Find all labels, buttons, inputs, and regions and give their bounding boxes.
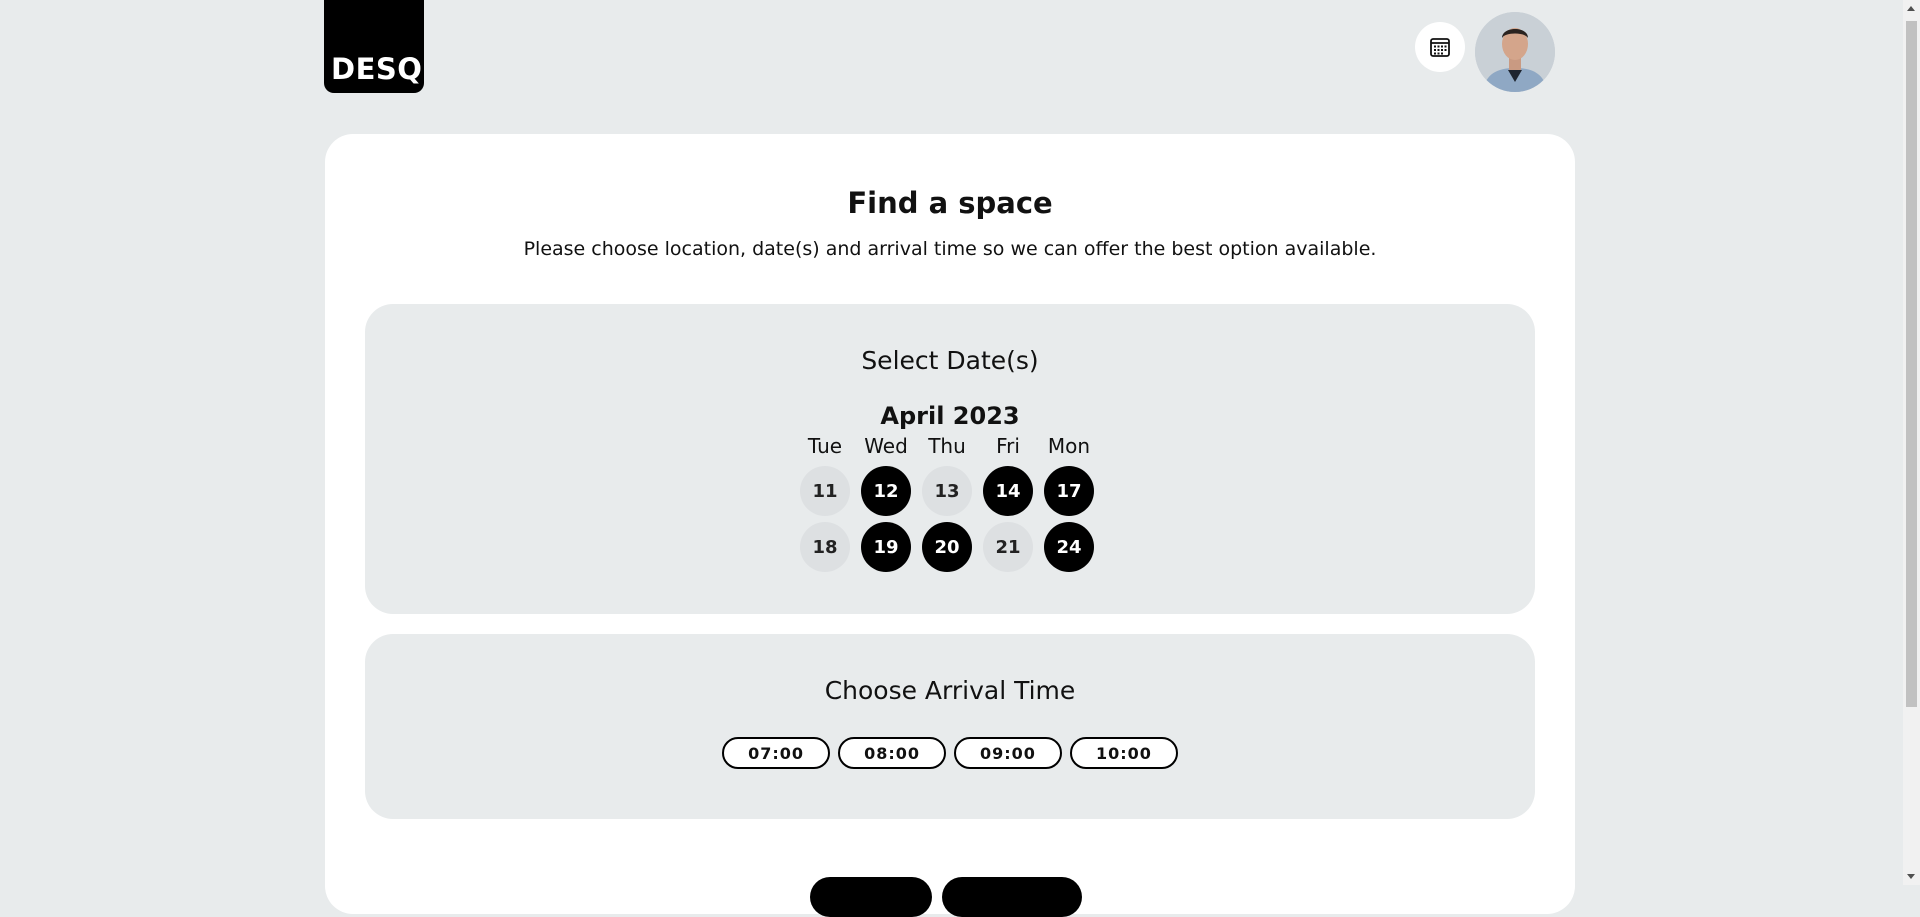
find-space-card: Find a space Please choose location, dat… xyxy=(325,134,1575,917)
weekday-label: Tue xyxy=(807,434,843,458)
date-button[interactable]: 17 xyxy=(1044,466,1094,516)
vertical-scrollbar[interactable] xyxy=(1903,0,1920,885)
date-button[interactable]: 19 xyxy=(861,522,911,572)
arrival-time-heading: Choose Arrival Time xyxy=(824,676,1076,705)
page-title: Find a space xyxy=(847,186,1053,220)
arrival-time-panel: Choose Arrival Time 07:00 08:00 09:00 10… xyxy=(365,634,1535,819)
action-button[interactable] xyxy=(810,877,932,917)
date-selection-panel: Select Date(s) April 2023 Tue Wed Thu Fr… xyxy=(365,304,1535,614)
avatar-image xyxy=(1475,12,1555,92)
action-button[interactable] xyxy=(942,877,1082,917)
scroll-up-icon[interactable] xyxy=(1907,6,1915,11)
select-dates-heading: Select Date(s) xyxy=(861,346,1039,375)
date-button[interactable]: 24 xyxy=(1044,522,1094,572)
time-option-button[interactable]: 10:00 xyxy=(1069,737,1178,769)
calendar-button[interactable] xyxy=(1415,22,1465,72)
date-button[interactable]: 18 xyxy=(800,522,850,572)
user-avatar[interactable] xyxy=(1475,12,1555,92)
weekday-label: Mon xyxy=(1047,434,1091,458)
date-button[interactable]: 12 xyxy=(861,466,911,516)
date-button[interactable]: 13 xyxy=(922,466,972,516)
month-label: April 2023 xyxy=(880,402,1020,430)
time-options: 07:00 08:00 09:00 10:00 xyxy=(365,737,1535,769)
date-grid: Tue Wed Thu Fri Mon 11 12 13 14 17 18 19… xyxy=(800,432,1100,572)
scroll-down-icon[interactable] xyxy=(1907,874,1915,879)
time-option-button[interactable]: 09:00 xyxy=(954,737,1062,769)
page-subtitle: Please choose location, date(s) and arri… xyxy=(523,238,1377,260)
date-button[interactable]: 14 xyxy=(983,466,1033,516)
calendar-icon xyxy=(1430,38,1450,57)
date-button[interactable]: 21 xyxy=(983,522,1033,572)
scroll-thumb[interactable] xyxy=(1906,21,1917,707)
desq-logo[interactable]: DESQ xyxy=(324,0,424,93)
time-option-button[interactable]: 08:00 xyxy=(838,737,946,769)
logo-text: DESQ xyxy=(331,52,423,86)
weekday-label: Wed xyxy=(864,434,908,458)
time-option-button[interactable]: 07:00 xyxy=(722,737,831,769)
weekday-label: Thu xyxy=(928,434,966,458)
weekday-label: Fri xyxy=(996,434,1020,458)
date-button[interactable]: 20 xyxy=(922,522,972,572)
date-button[interactable]: 11 xyxy=(800,466,850,516)
